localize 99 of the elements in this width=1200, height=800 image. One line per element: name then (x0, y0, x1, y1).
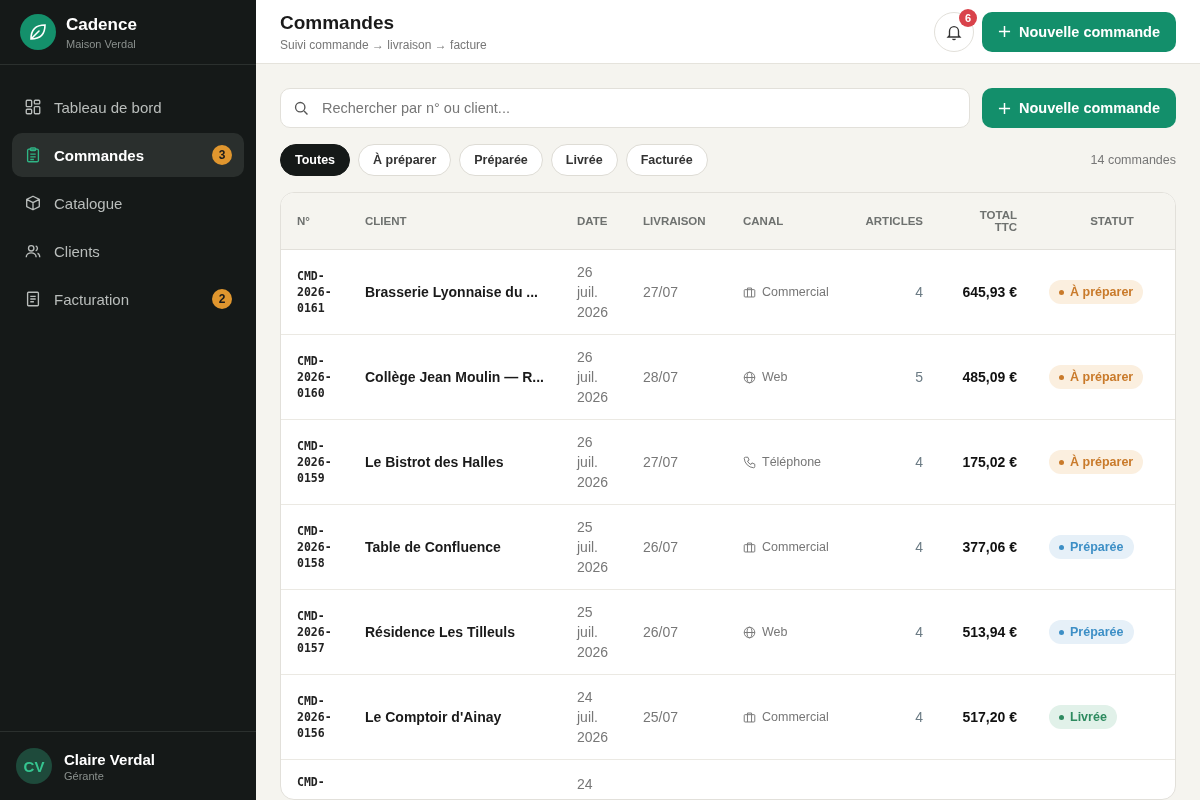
article-count: 4 (915, 624, 923, 640)
order-count: 14 commandes (1090, 153, 1176, 167)
globe-icon (743, 370, 756, 384)
sales-channel: Web (762, 370, 788, 384)
delivery-date: 26/07 (643, 539, 679, 555)
search-icon (293, 99, 310, 117)
article-count: 4 (915, 539, 923, 555)
delivery-date: 26/07 (643, 624, 679, 640)
delivery-date: 27/07 (643, 454, 679, 470)
order-total: 175,02 € (962, 454, 1017, 470)
order-number: CMD- (297, 774, 326, 790)
brand-subtitle: Maison Verdal (66, 37, 137, 50)
order-total: 513,94 € (962, 624, 1017, 640)
filter-chip[interactable]: Facturée (625, 144, 708, 176)
client-name: Table de Confluence (365, 539, 501, 555)
delivery-date: 28/07 (643, 369, 679, 385)
delivery-date: 27/07 (643, 284, 679, 300)
filter-chip[interactable]: Toutes (280, 144, 351, 176)
article-count: 4 (915, 454, 923, 470)
order-date: 25 juil. 2026 (577, 604, 609, 660)
client-name: Résidence Les Tilleuls (365, 624, 515, 640)
nav-item[interactable]: Clients (12, 229, 244, 273)
sales-channel: Commercial (762, 540, 829, 554)
order-total: 645,93 € (962, 284, 1017, 300)
briefcase-icon (743, 540, 756, 554)
leaf-logo-icon (20, 14, 56, 50)
order-total: 517,20 € (962, 709, 1017, 725)
sales-channel: Web (762, 625, 788, 639)
notifications-button[interactable]: 6 (934, 11, 974, 52)
order-date: 25 juil. 2026 (577, 519, 609, 575)
grid-icon (24, 98, 42, 116)
plus-icon (998, 25, 1011, 38)
client-name: Le Bistrot des Halles (365, 454, 504, 470)
user-name: Claire Verdal (64, 750, 155, 768)
order-date: 24 (577, 776, 593, 792)
client-name: Le Comptoir d'Ainay (365, 709, 502, 725)
sales-channel: Commercial (762, 710, 829, 724)
column-header: STATUT (1089, 215, 1135, 227)
article-count: 4 (915, 709, 923, 725)
order-date: 26 juil. 2026 (577, 264, 609, 320)
column-header: TOTAL TTC (978, 209, 1017, 233)
nav-item[interactable]: Tableau de bord (12, 85, 244, 129)
status-badge: Livrée (1049, 705, 1117, 729)
column-header: CANAL (743, 215, 785, 227)
brand-name: Cadence (66, 14, 137, 35)
status-badge: À préparer (1049, 450, 1144, 474)
nav-item[interactable]: Facturation 2 (12, 277, 244, 321)
phone-icon (743, 455, 756, 469)
status-badge: Préparée (1049, 535, 1134, 559)
page-title: Commandes (280, 11, 396, 34)
status-badge: À préparer (1049, 280, 1144, 304)
notification-badge: 6 (959, 8, 977, 27)
count-badge: 3 (212, 145, 232, 165)
plus-icon (998, 101, 1011, 115)
filter-chip[interactable]: À préparer (358, 144, 452, 176)
users-icon (24, 242, 42, 260)
order-date: 26 juil. 2026 (577, 349, 609, 405)
filter-chip[interactable]: Préparée (459, 144, 543, 176)
user-avatar: CV (16, 748, 52, 784)
search-field[interactable]: Rechercher par n° ou client... (280, 88, 970, 128)
user-role: Gérante (64, 769, 105, 782)
column-header: DATE (577, 215, 609, 227)
status-badge: À préparer (1049, 365, 1144, 389)
order-number: CMD-2026-0159 (297, 438, 333, 486)
globe-icon (743, 625, 756, 639)
box-icon (24, 194, 42, 212)
count-badge: 2 (212, 289, 232, 309)
status-badge: Préparée (1049, 620, 1134, 644)
column-header: ARTICLES (864, 215, 923, 227)
order-number: CMD-2026-0158 (297, 523, 333, 571)
document-icon (24, 290, 42, 308)
column-header: LIVRAISON (643, 215, 707, 227)
nav-item[interactable]: Commandes 3 (12, 133, 244, 177)
new-order-button[interactable]: Nouvelle commande (982, 11, 1176, 52)
order-number: CMD-2026-0157 (297, 608, 333, 656)
search-input[interactable]: Rechercher par n° ou client... (320, 99, 957, 117)
column-header: N° (297, 215, 311, 227)
page-subtitle: Suivi commande → livraison → facture (280, 37, 487, 52)
order-total: 485,09 € (962, 369, 1017, 385)
sales-channel: Téléphone (762, 455, 822, 469)
order-total: 377,06 € (962, 539, 1017, 555)
sales-channel: Commercial (762, 285, 829, 299)
column-header: CLIENT (365, 215, 408, 227)
delivery-date: 25/07 (643, 709, 679, 725)
client-name: Brasserie Lyonnaise du ... (365, 284, 538, 300)
article-count: 5 (915, 369, 923, 385)
order-number: CMD-2026-0161 (297, 268, 333, 316)
order-date: 26 juil. 2026 (577, 434, 609, 490)
article-count: 4 (915, 284, 923, 300)
client-name: Collège Jean Moulin — R... (365, 369, 544, 385)
nav-item[interactable]: Catalogue (12, 181, 244, 225)
order-number: CMD-2026-0156 (297, 693, 333, 741)
new-order-button[interactable]: Nouvelle commande (982, 88, 1176, 128)
briefcase-icon (743, 710, 756, 724)
filter-chip[interactable]: Livrée (550, 144, 618, 176)
order-number: CMD-2026-0160 (297, 353, 333, 401)
briefcase-icon (743, 285, 756, 299)
order-date: 24 juil. 2026 (577, 689, 609, 745)
clipboard-icon (24, 146, 42, 164)
